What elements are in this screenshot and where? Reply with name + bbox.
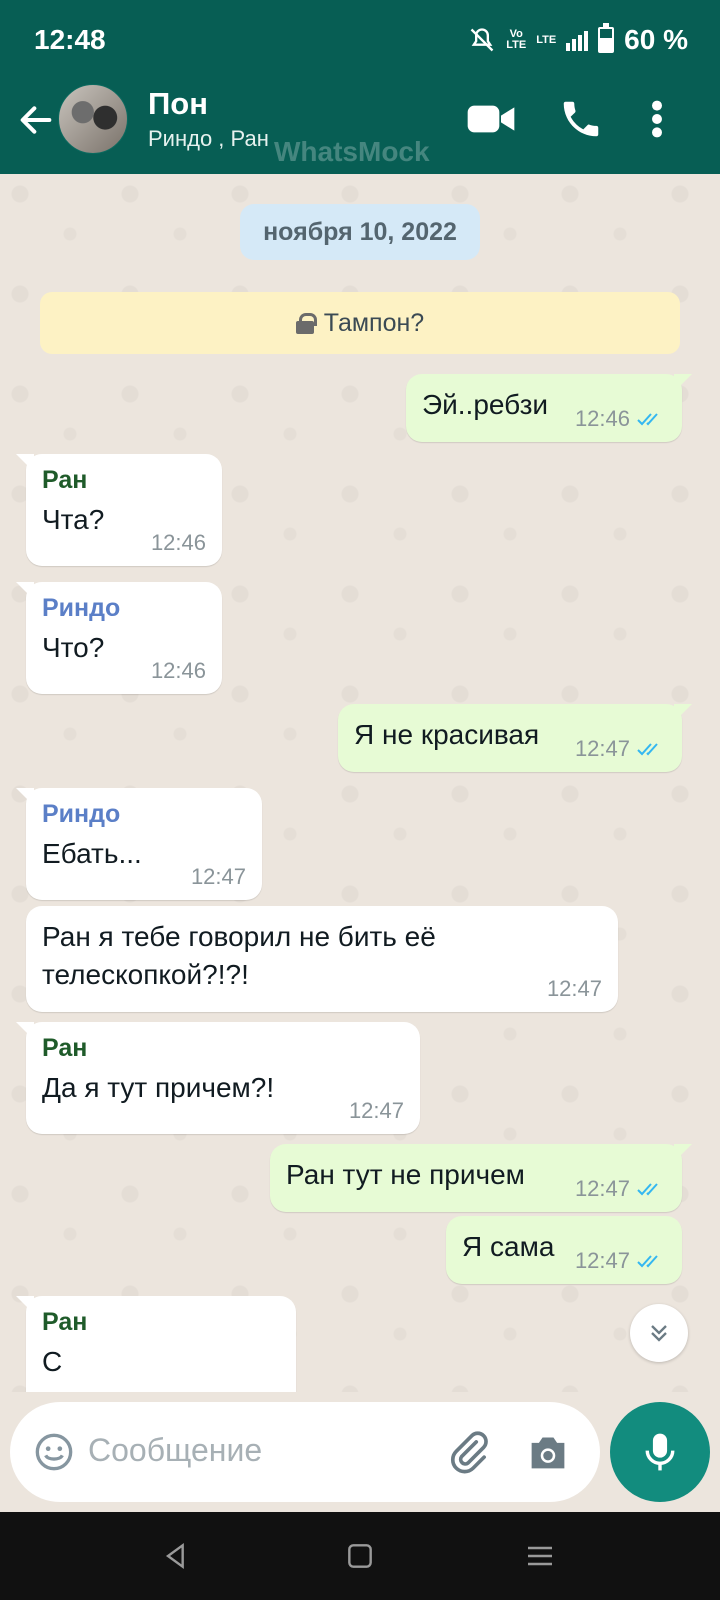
message-time: 12:47 <box>190 864 246 889</box>
message-meta: 12:47 <box>191 864 246 890</box>
double-check-icon <box>637 1183 658 1196</box>
chat-participants[interactable]: Риндо , Ран <box>148 126 269 152</box>
bubble-tail <box>16 582 34 600</box>
message-meta: 12:47 <box>575 736 666 762</box>
message-bubble-incoming[interactable]: Ран Чта? 12:46 <box>16 454 222 566</box>
watermark: WhatsMock <box>274 136 430 167</box>
back-arrow-icon[interactable] <box>16 100 56 140</box>
sender-name: Ран <box>42 466 88 494</box>
message-time: 12:47 <box>574 1176 630 1201</box>
status-bar: 12:48 Vo LTE LTE 60 % <box>0 0 720 82</box>
message-meta: 12:47 <box>547 976 602 1002</box>
message-meta: 12:46 <box>151 658 206 684</box>
emoji-icon[interactable] <box>34 1432 74 1472</box>
message-bubble-incoming[interactable]: Ран Да я тут причем?! 12:47 <box>16 1022 420 1134</box>
message-text: Ран я тебе говорил не бить её телескопко… <box>42 921 436 990</box>
message-meta: 12:46 <box>575 406 666 432</box>
message-bubble-incoming[interactable]: Ран я тебе говорил не бить её телескопко… <box>26 906 618 1012</box>
message-text: С <box>42 1346 63 1377</box>
signal-icon <box>566 29 589 51</box>
chat-title[interactable]: Пон <box>148 86 208 122</box>
nav-recents-icon[interactable] <box>524 1540 556 1572</box>
status-time: 12:48 <box>34 24 106 55</box>
mic-icon <box>645 1433 675 1471</box>
message-meta: 12:47 <box>575 1248 666 1274</box>
bubble-tail <box>16 1022 34 1040</box>
battery-percent: 60 % <box>624 24 688 55</box>
camera-icon[interactable] <box>526 1432 570 1472</box>
scroll-down-button[interactable] <box>630 1304 688 1362</box>
bubble-tail <box>16 454 34 472</box>
message-bubble-outgoing[interactable]: Я сама 12:47 <box>446 1216 682 1284</box>
status-icons: Vo LTE LTE 60 % <box>468 23 688 56</box>
encryption-notice[interactable]: Тампон? <box>40 292 680 354</box>
message-bubble-incoming[interactable]: Риндо Что? 12:46 <box>16 582 222 694</box>
message-meta: 12:46 <box>151 530 206 556</box>
message-bubble-outgoing[interactable]: Ран тут не причем 12:47 <box>270 1144 692 1212</box>
bubble-tail <box>674 374 692 392</box>
nav-home-icon[interactable] <box>344 1540 376 1572</box>
bubble-tail <box>16 788 34 806</box>
scroll-down-icon <box>651 1325 667 1342</box>
message-meta: 12:47 <box>575 1176 666 1202</box>
sender-name: Риндо <box>42 594 121 622</box>
double-check-icon <box>637 743 658 756</box>
sender-name: Ран <box>42 1308 88 1336</box>
system-nav-bar <box>0 1512 720 1600</box>
double-check-icon <box>637 1255 658 1268</box>
message-meta: 12:47 <box>349 1098 404 1124</box>
lock-icon <box>295 313 317 334</box>
message-time: 12:47 <box>546 976 602 1001</box>
video-call-icon[interactable] <box>466 96 516 142</box>
message-bubble-incoming[interactable]: Ран С <box>16 1296 296 1392</box>
attach-icon[interactable] <box>446 1430 490 1474</box>
mute-notifications-icon <box>470 28 494 52</box>
message-time: 12:47 <box>574 736 630 761</box>
sender-name: Ран <box>42 1034 88 1062</box>
date-chip: ноября 10, 2022 <box>240 204 480 260</box>
mic-button[interactable] <box>610 1402 710 1502</box>
battery-icon <box>598 23 615 53</box>
message-bubble-outgoing[interactable]: Эй..ребзи 12:46 <box>406 374 692 442</box>
group-avatar[interactable] <box>58 84 128 154</box>
chat-area[interactable]: ноября 10, 2022 Тампон? Эй..ребзи 12:46 … <box>0 174 720 1392</box>
bubble-tail <box>674 1144 692 1162</box>
bubble-tail <box>674 704 692 722</box>
sender-name: Риндо <box>42 800 121 828</box>
more-vert-icon[interactable] <box>644 96 670 142</box>
volte-icon: Vo LTE <box>506 29 526 51</box>
message-bubble-incoming[interactable]: Риндо Ебать... 12:47 <box>16 788 262 900</box>
lte-label: LTE <box>536 33 557 46</box>
chat-header: Пон Риндо , Ран WhatsMock <box>0 82 720 174</box>
message-time: 12:47 <box>348 1098 404 1123</box>
message-time: 12:46 <box>150 658 206 683</box>
message-bubble-outgoing[interactable]: Я не красивая 12:47 <box>338 704 692 772</box>
system-message-text: Тампон? <box>323 308 425 337</box>
message-input[interactable]: Сообщение <box>88 1432 262 1469</box>
phone-icon[interactable] <box>556 96 606 142</box>
message-input-bar[interactable]: Сообщение <box>10 1402 600 1502</box>
volte-bottom-label: LTE <box>506 39 527 51</box>
bubble-tail <box>16 1296 34 1314</box>
message-time: 12:46 <box>574 406 630 431</box>
message-time: 12:46 <box>150 530 206 555</box>
nav-back-icon[interactable] <box>160 1540 192 1572</box>
message-time: 12:47 <box>574 1248 630 1273</box>
double-check-icon <box>637 413 658 426</box>
